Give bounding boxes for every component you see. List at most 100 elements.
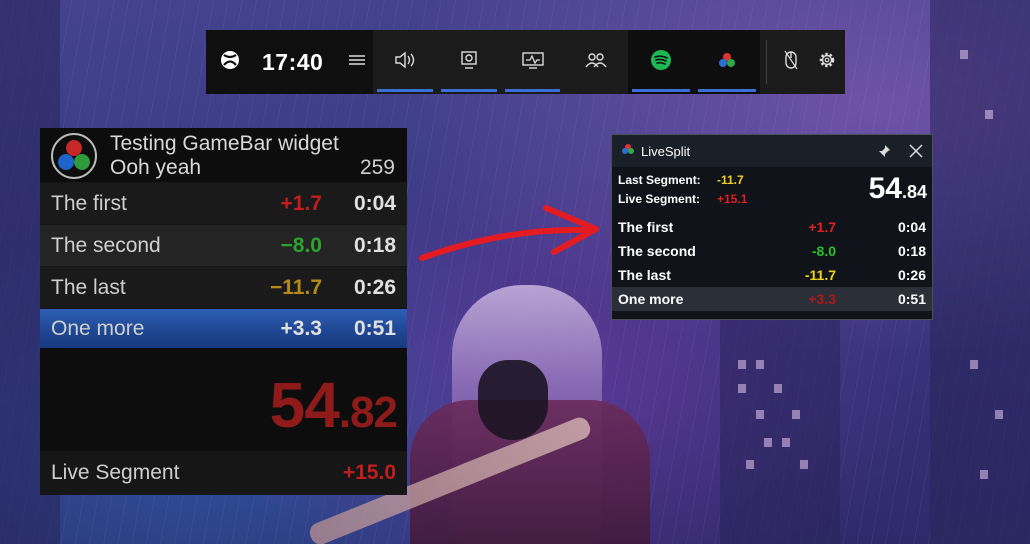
split-time: 0:26 <box>353 275 396 299</box>
split-name: The last <box>618 267 671 283</box>
livesplit-info: Last Segment: -11.7 Live Segment: +15.1 … <box>612 167 932 215</box>
game-bar-right-controls <box>773 30 845 94</box>
split-delta: −8.0 <box>280 233 322 257</box>
split-delta: -8.0 <box>811 243 836 259</box>
livesplit-timer: 54.84 <box>869 172 927 206</box>
building-window <box>960 50 968 59</box>
live-segment-value: +15.0 <box>342 461 396 484</box>
capture-icon <box>460 50 478 75</box>
split-name: The first <box>618 219 674 235</box>
audio-widget-button[interactable] <box>377 30 433 94</box>
split-name: The second <box>618 243 696 259</box>
split-name: The first <box>51 191 127 215</box>
livesplit-window: LiveSplit Last Segment: -11.7 Live Segme… <box>611 134 933 320</box>
building-mid-right <box>720 320 840 544</box>
character-mask <box>478 360 548 440</box>
timer-seconds: 54 <box>269 369 340 441</box>
building-window <box>774 384 782 393</box>
social-widget-button[interactable] <box>568 30 624 94</box>
main-timer: 54.82 <box>269 368 398 442</box>
split-name: The second <box>51 233 161 257</box>
building-window <box>995 410 1003 419</box>
attempt-count: 259 <box>359 156 395 179</box>
split-delta: −11.7 <box>270 275 322 299</box>
live-segment-label: Live Segment: <box>618 191 701 206</box>
split-name: One more <box>51 316 145 340</box>
timer-seconds: 54 <box>868 172 902 205</box>
split-name: One more <box>618 291 684 307</box>
live-segment-label: Live Segment <box>51 461 180 484</box>
building-window <box>756 360 764 369</box>
performance-widget-button[interactable] <box>504 30 561 94</box>
split-row: The last −11.7 0:26 <box>40 266 407 308</box>
livesplit-logo-icon <box>50 132 98 180</box>
spotify-icon <box>650 49 672 76</box>
settings-button[interactable] <box>809 51 845 74</box>
gamebar-livesplit-widget: Testing GameBar widget Ooh yeah 259 The … <box>40 128 407 495</box>
split-row: The last -11.7 0:26 <box>612 263 932 287</box>
social-icon <box>585 52 607 73</box>
building-window <box>738 384 746 393</box>
split-time: 0:04 <box>897 219 926 235</box>
split-time: 0:51 <box>897 291 926 307</box>
annotation-arrow <box>419 205 599 261</box>
pin-icon[interactable] <box>868 135 900 167</box>
menu-icon[interactable] <box>349 53 366 71</box>
livesplit-logo-icon <box>621 142 635 160</box>
current-split-row: One more +3.3 0:51 <box>612 287 932 311</box>
split-time: 0:26 <box>897 267 926 283</box>
building-window <box>970 360 978 369</box>
split-row: The first +1.7 0:04 <box>40 182 407 224</box>
building-right <box>930 0 1030 544</box>
split-row: The first +1.7 0:04 <box>612 215 932 239</box>
building-window <box>800 460 808 469</box>
mouse-icon <box>784 50 798 75</box>
split-delta: -11.7 <box>804 267 836 283</box>
last-segment-label: Last Segment: <box>618 172 701 187</box>
building-window <box>756 410 764 419</box>
split-time: 0:51 <box>353 316 396 340</box>
livesplit-widget-button[interactable] <box>698 30 757 94</box>
game-bar-separator <box>766 40 767 84</box>
split-delta: +3.3 <box>280 316 322 340</box>
widget-title: Testing GameBar widget <box>110 132 339 155</box>
timer-fraction: .84 <box>901 182 927 202</box>
live-segment-row: Live Segment +15.0 <box>40 451 407 495</box>
livesplit-title: LiveSplit <box>641 143 691 159</box>
split-time: 0:18 <box>897 243 926 259</box>
building-window <box>782 438 790 447</box>
building-window <box>792 410 800 419</box>
performance-icon <box>521 51 544 74</box>
capture-widget-button[interactable] <box>441 30 497 94</box>
game-bar-clock: 17:40 <box>262 48 324 75</box>
xbox-game-bar: 17:40 <box>206 30 845 94</box>
xbox-icon[interactable] <box>220 50 240 75</box>
mouse-lock-button[interactable] <box>773 50 809 75</box>
game-bar-home: 17:40 <box>206 30 374 94</box>
building-window <box>764 438 772 447</box>
split-time: 0:18 <box>353 233 396 257</box>
timer-fraction: .82 <box>338 388 398 437</box>
building-window <box>746 460 754 469</box>
split-delta: +1.7 <box>280 191 322 215</box>
split-name: The last <box>51 275 126 299</box>
building-window <box>985 110 993 119</box>
widget-header: Testing GameBar widget Ooh yeah 259 <box>40 128 407 182</box>
livesplit-titlebar: LiveSplit <box>612 135 932 167</box>
last-segment-value: -11.7 <box>717 172 744 187</box>
spotify-widget-button[interactable] <box>632 30 691 94</box>
split-delta: +1.7 <box>808 219 836 235</box>
split-delta: +3.3 <box>808 291 836 307</box>
building-window <box>980 470 988 479</box>
close-icon[interactable] <box>900 135 932 167</box>
split-row: The second -8.0 0:18 <box>612 239 932 263</box>
split-row: The second −8.0 0:18 <box>40 224 407 266</box>
split-time: 0:04 <box>353 191 396 215</box>
live-segment-value: +15.1 <box>717 191 748 206</box>
current-split-row: One more +3.3 0:51 <box>40 308 407 348</box>
game-bar-extra-widgets <box>628 30 761 94</box>
settings-icon <box>818 51 836 74</box>
building-window <box>738 360 746 369</box>
livesplit-icon <box>718 52 736 73</box>
audio-icon <box>394 51 416 74</box>
